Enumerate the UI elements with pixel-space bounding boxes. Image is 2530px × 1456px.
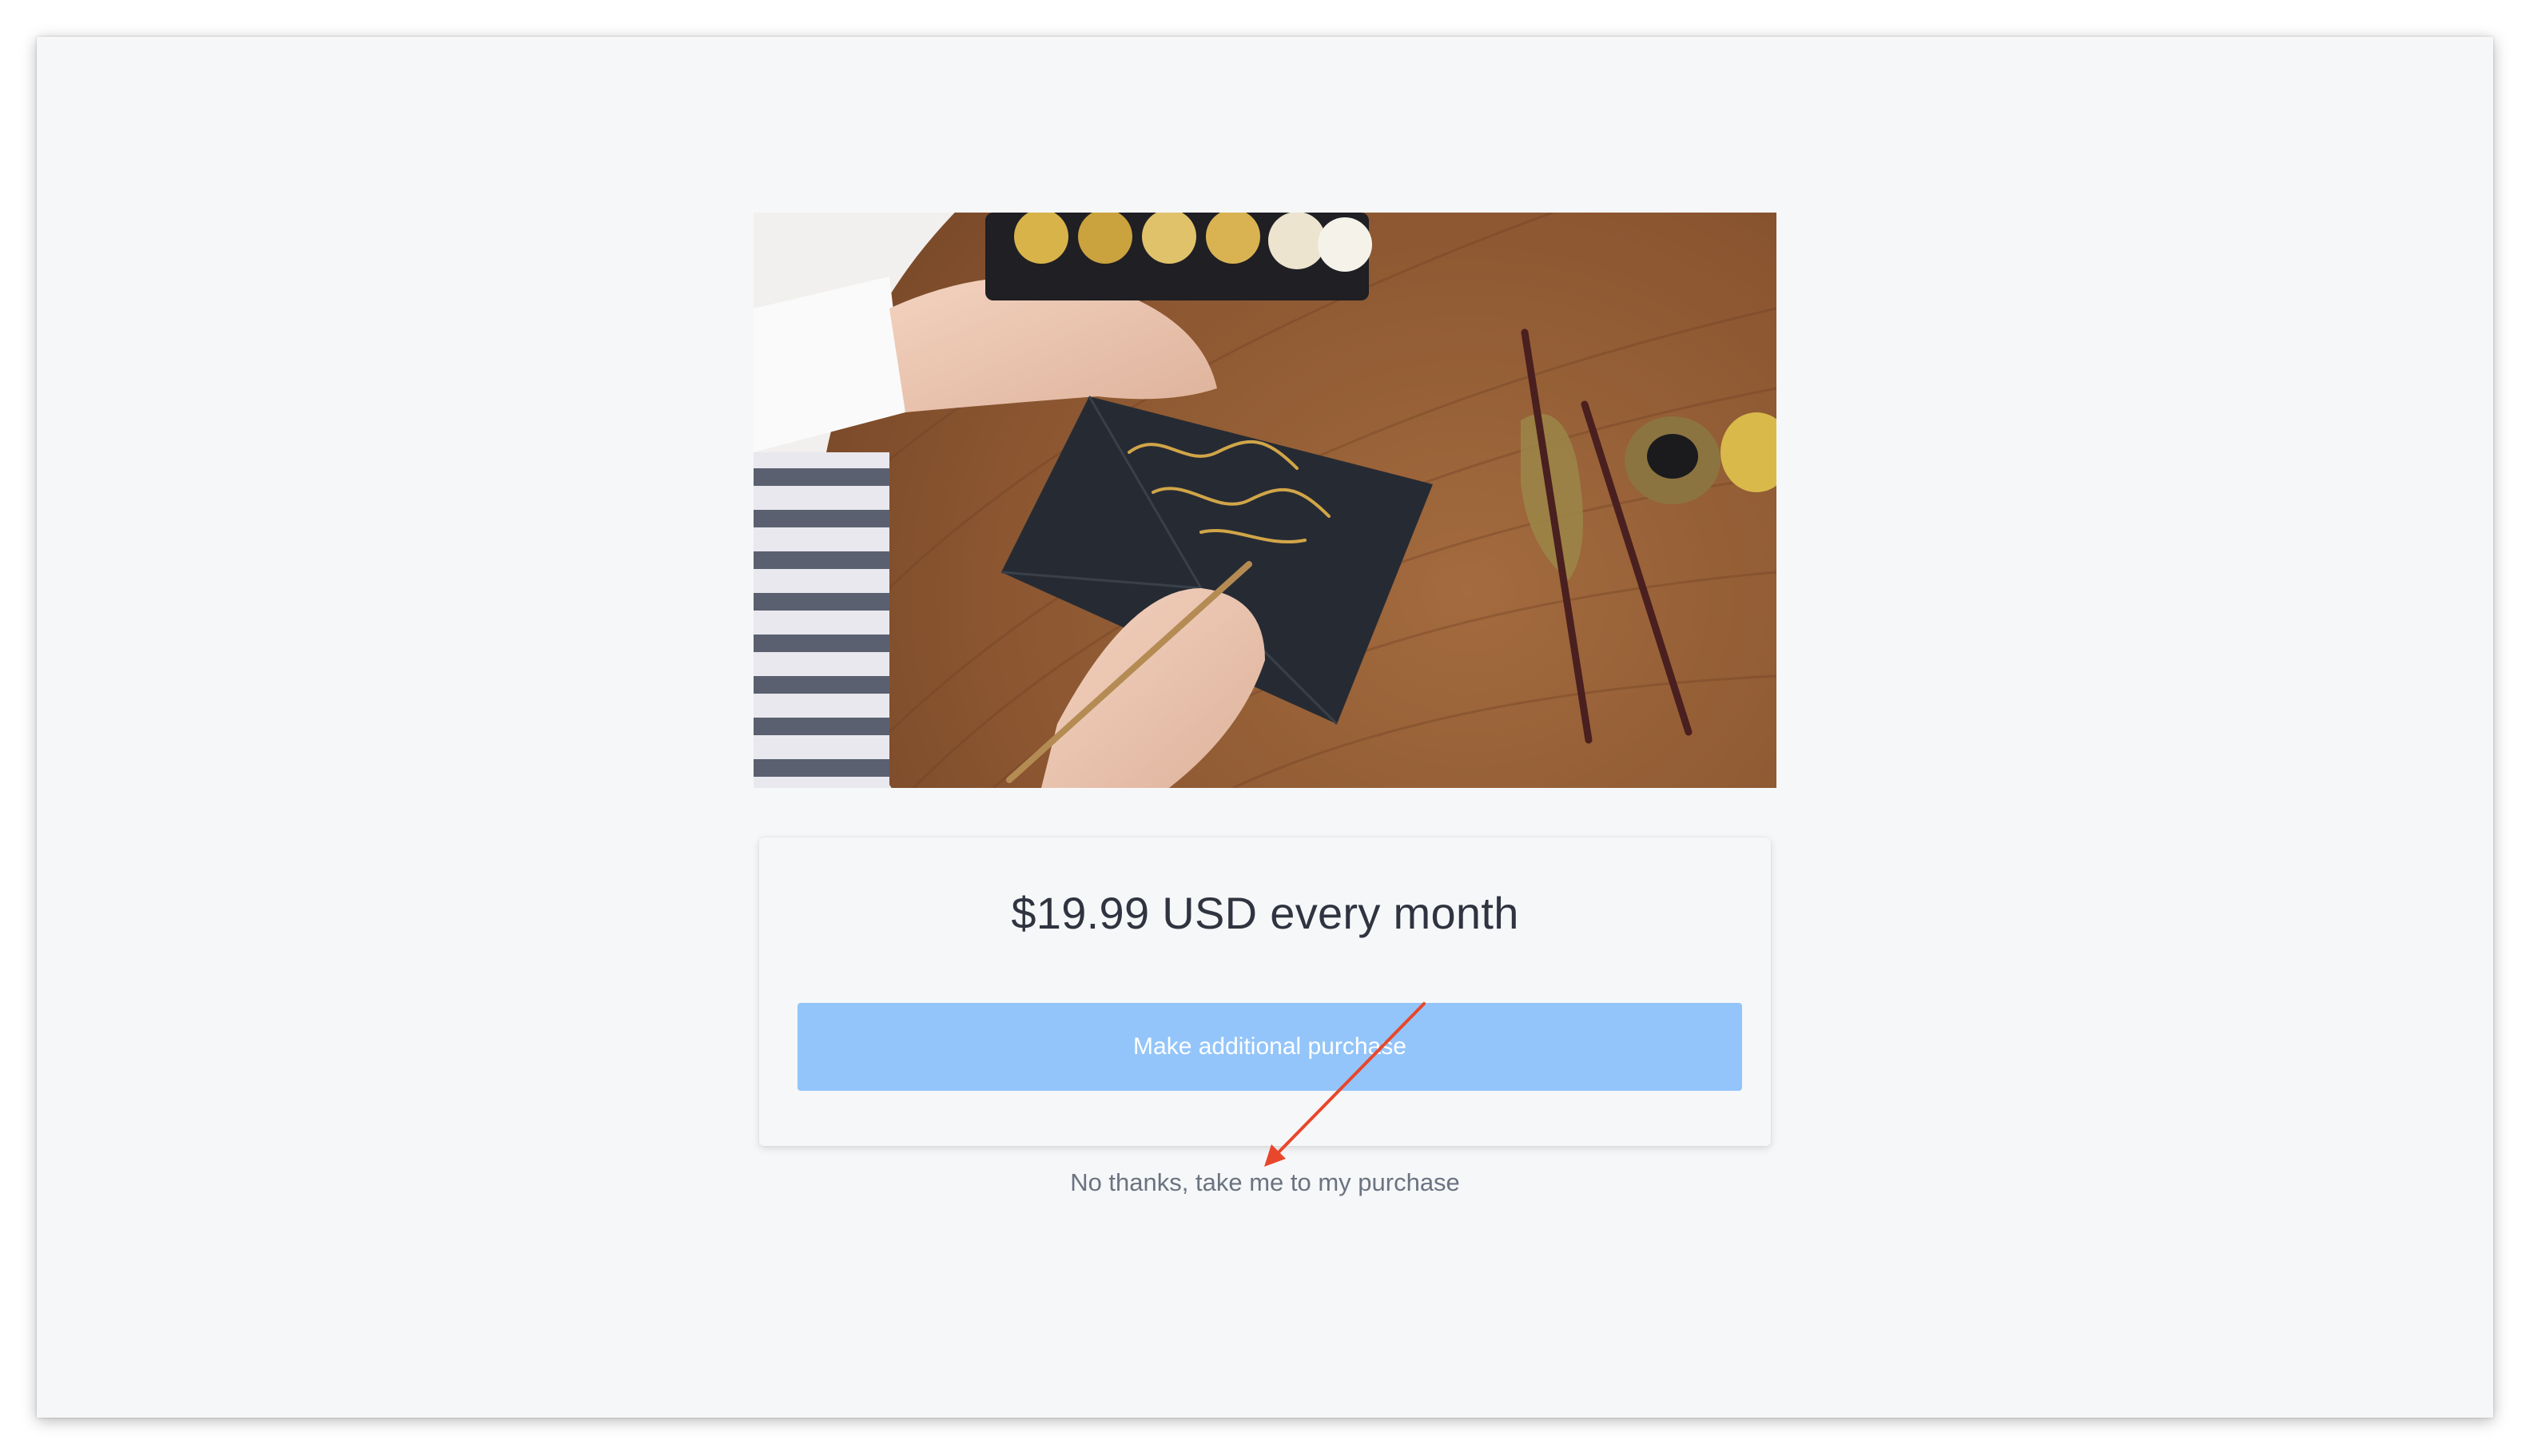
price-heading: $19.99 USD every month — [1011, 888, 1519, 938]
offer-card: $19.99 USD every month Make additional p… — [759, 837, 1771, 1146]
product-hero-image — [754, 213, 1776, 788]
decline-link[interactable]: No thanks, take me to my purchase — [754, 1168, 1776, 1197]
make-additional-purchase-button[interactable]: Make additional purchase — [798, 1003, 1742, 1091]
